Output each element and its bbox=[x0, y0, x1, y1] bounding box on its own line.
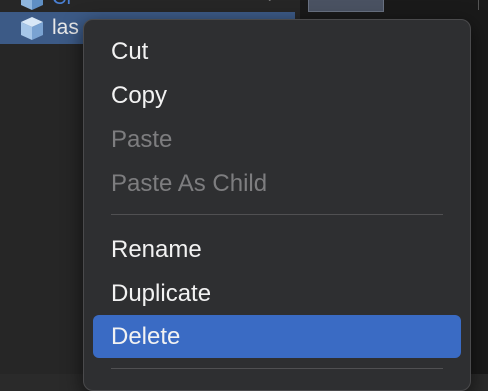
menu-item-paste-as-child[interactable]: Paste As Child bbox=[93, 162, 461, 205]
menu-item-cut[interactable]: Cut bbox=[93, 30, 461, 73]
menu-separator bbox=[111, 368, 443, 369]
chevron-right-icon[interactable]: › bbox=[268, 0, 273, 7]
menu-item-label: Paste bbox=[111, 125, 173, 153]
menu-item-label: Rename bbox=[111, 235, 202, 263]
hierarchy-row-label: las bbox=[52, 16, 79, 39]
menu-item-label: Duplicate bbox=[111, 279, 212, 307]
divider bbox=[478, 0, 479, 10]
menu-item-duplicate[interactable]: Duplicate bbox=[93, 272, 461, 315]
context-menu: Cut Copy Paste Paste As Child Rename Dup… bbox=[83, 19, 471, 391]
menu-item-paste[interactable]: Paste bbox=[93, 118, 461, 161]
menu-item-copy[interactable]: Copy bbox=[93, 74, 461, 117]
menu-item-rename[interactable]: Rename bbox=[93, 228, 461, 271]
menu-item-delete[interactable]: Delete bbox=[93, 315, 461, 358]
menu-item-label: Delete bbox=[111, 322, 181, 350]
hierarchy-row-label: Cr bbox=[52, 0, 73, 10]
scene-thumbnail[interactable] bbox=[308, 0, 384, 12]
hierarchy-row[interactable]: Cr › bbox=[0, 0, 295, 10]
menu-separator bbox=[111, 214, 443, 215]
menu-item-label: Cut bbox=[111, 37, 149, 65]
menu-item-label: Copy bbox=[111, 81, 168, 109]
cube-icon bbox=[18, 14, 46, 42]
menu-item-label: Paste As Child bbox=[111, 169, 268, 197]
cube-icon bbox=[18, 0, 46, 12]
